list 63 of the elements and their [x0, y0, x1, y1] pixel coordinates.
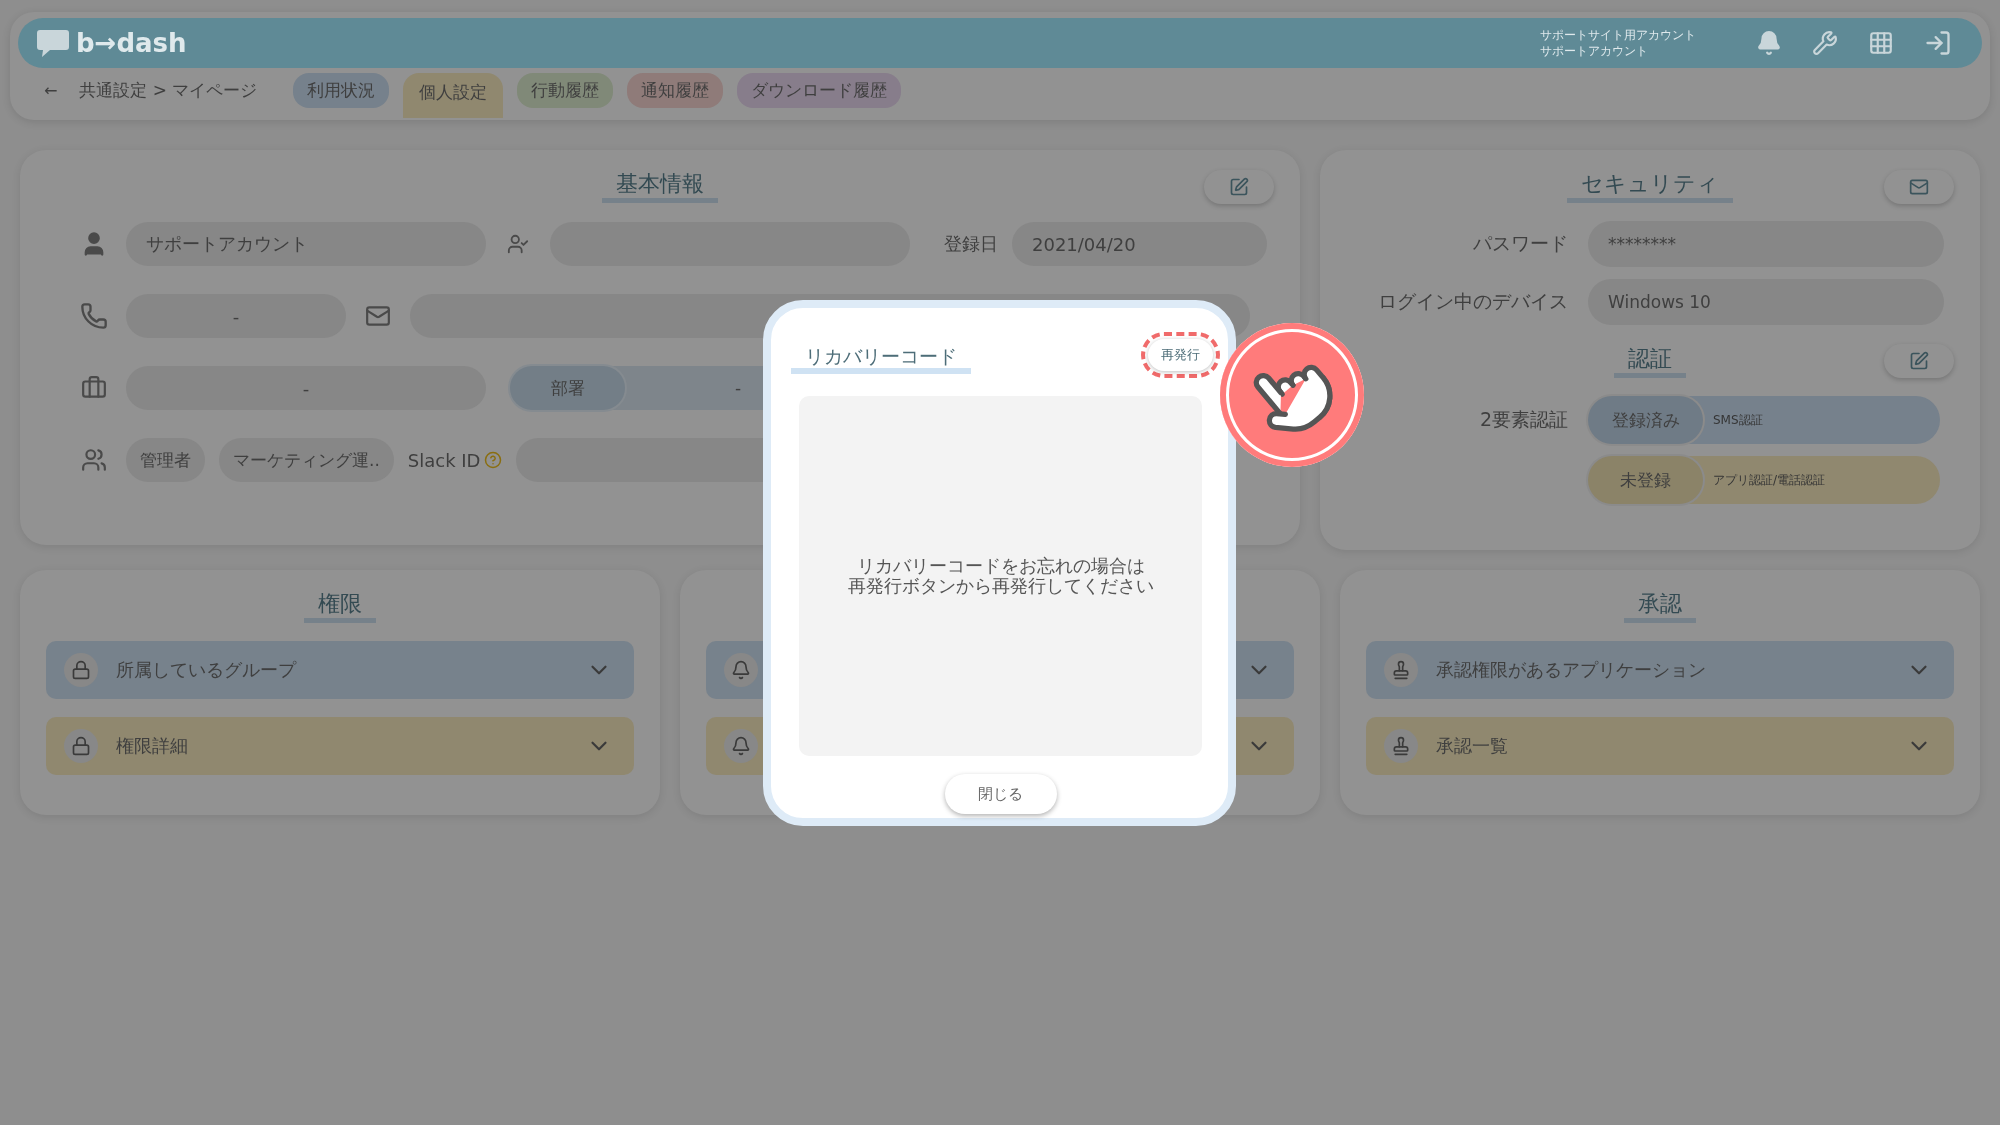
team-tag: マーケティング運.. [219, 438, 394, 482]
mail-button[interactable] [1884, 170, 1954, 204]
accordion-row[interactable]: 所属しているグループ [46, 641, 634, 699]
edit-button[interactable] [1204, 170, 1274, 204]
row-label: 承認一覧 [1436, 734, 1509, 758]
edit-button[interactable] [1884, 344, 1954, 378]
edit-icon [1229, 177, 1249, 197]
tab[interactable]: 行動履歴 [517, 72, 614, 108]
two-factor-label: 2要素認証 [1478, 407, 1568, 432]
password-label: パスワード [1472, 231, 1568, 256]
breadcrumb: 共通設定 > マイページ [79, 78, 258, 102]
tab[interactable]: 利用状況 [293, 72, 390, 108]
edit-icon [1909, 351, 1929, 371]
company-field[interactable]: - [126, 366, 486, 410]
account-name: サポートサイト用アカウント サポートアカウント [1540, 27, 1696, 59]
bell-icon [724, 729, 758, 763]
row-label: 権限詳細 [116, 734, 189, 758]
role-tag: 管理者 [126, 438, 205, 482]
back-arrow[interactable]: ← [44, 80, 58, 100]
lock-icon [64, 653, 98, 687]
wrench-icon[interactable] [1812, 30, 1838, 56]
logout-icon[interactable] [1924, 29, 1952, 57]
bell-icon[interactable] [1756, 30, 1782, 56]
section-title: 基本情報 [602, 170, 718, 203]
help-icon [484, 451, 503, 469]
accordion-row[interactable]: 承認一覧 [1366, 717, 1954, 775]
tab[interactable]: ダウンロード履歴 [737, 72, 902, 108]
stamp-icon [1384, 729, 1418, 763]
dialog-title: リカバリーコード [791, 344, 971, 374]
section-title: 認証 [1614, 345, 1686, 378]
password-field[interactable]: ******** [1588, 221, 1944, 267]
method-name: SMS認証 [1713, 411, 1763, 429]
lock-icon [64, 729, 98, 763]
section-title: 承認 [1624, 590, 1696, 623]
tab[interactable]: 通知履歴 [627, 72, 724, 108]
tab[interactable]: 個人設定 [403, 72, 504, 118]
registered-label: 登録日 [944, 232, 998, 256]
slack-label: Slack ID [407, 449, 481, 471]
reissue-button[interactable]: 再発行 [1148, 339, 1213, 371]
speech-bubble-icon [36, 28, 70, 58]
device-label: ログイン中のデバイス [1377, 289, 1568, 314]
message: リカバリーコードをお忘れの場合は 再発行ボタンから再発行してください [847, 556, 1154, 596]
mail-icon [1909, 177, 1929, 197]
section-title: セキュリティ [1567, 170, 1733, 203]
name-field[interactable]: サポートアカウント [126, 222, 486, 266]
stamp-icon [1384, 653, 1418, 687]
accordion-row[interactable]: 権限詳細 [46, 717, 634, 775]
device-field[interactable]: Windows 10 [1588, 279, 1944, 325]
accordion-row[interactable]: 承認権限があるアプリケーション [1366, 641, 1954, 699]
status-tag: 登録済み [1588, 396, 1703, 444]
bell-icon [724, 653, 758, 687]
phone-field[interactable]: - [126, 294, 346, 338]
department-label: 部署 [510, 366, 625, 410]
close-button[interactable]: 閉じる [944, 774, 1057, 814]
logo: b→dash [76, 28, 187, 58]
status-tag: 未登録 [1588, 456, 1703, 504]
row-label: 承認権限があるアプリケーション [1436, 658, 1707, 682]
method-name: アプリ認証/電話認証 [1713, 471, 1826, 489]
department-value: - [735, 378, 742, 398]
row-label: 所属しているグループ [116, 658, 298, 682]
grid-icon[interactable] [1868, 30, 1894, 56]
section-title: 権限 [304, 590, 376, 623]
registered-date-field[interactable]: 2021/04/20 [1012, 222, 1267, 266]
